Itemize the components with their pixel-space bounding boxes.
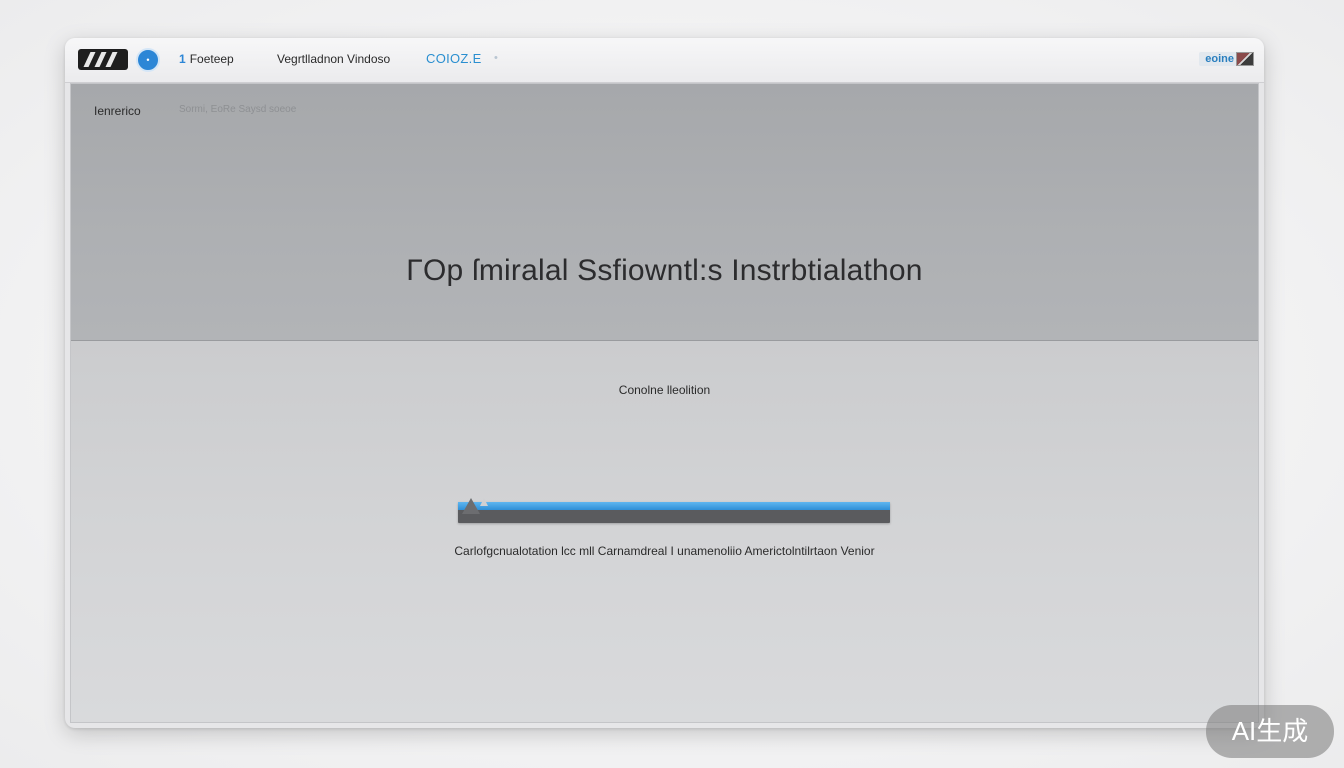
progress-marker-icon (462, 498, 488, 514)
nav-step-2[interactable]: Vegrtlladnon Vindoso (277, 52, 390, 66)
screen: • 1 Foeteep Vegrtlladnon Vindoso COIOZ.E … (0, 0, 1344, 768)
flag-icon (1236, 52, 1254, 66)
install-panel: Conolne lleolition Carlofgcnualotation l… (71, 341, 1258, 722)
step-status-icon[interactable]: • (136, 48, 160, 72)
nav-step-active[interactable]: COIOZ.E (426, 51, 482, 66)
content-area: Ienrerico Sormi, EoRe Saysd soeoe ΓOp ſm… (70, 83, 1259, 723)
progress-fill (458, 502, 890, 510)
nav-step-1[interactable]: 1 Foeteep (179, 52, 234, 66)
app-logo (78, 49, 128, 70)
hero-banner: Ienrerico Sormi, EoRe Saysd soeoe ΓOp ſm… (71, 84, 1258, 341)
title-bar: • 1 Foeteep Vegrtlladnon Vindoso COIOZ.E … (65, 38, 1264, 83)
page-title: ΓOp ſmiralal Ssfiowntl:s Instrbtialathon (406, 254, 923, 287)
ai-generated-badge: AI生成 (1206, 705, 1334, 758)
breadcrumb-subtitle: Sormi, EoRe Saysd soeoe (179, 104, 297, 115)
nav-step-number: 1 (179, 52, 186, 66)
language-selector[interactable]: eoine (1199, 50, 1254, 68)
install-status-label: Conolne lleolition (618, 383, 711, 397)
language-label: eoine (1199, 52, 1240, 66)
progress-marker-highlight (480, 498, 488, 506)
install-caption: Carlofgcnualotation lcc mll Carnamdreal … (454, 544, 875, 558)
installer-window: • 1 Foeteep Vegrtlladnon Vindoso COIOZ.E … (65, 38, 1264, 728)
nav-step-faint[interactable]: • (494, 52, 498, 64)
breadcrumb: Ienrerico (94, 104, 141, 118)
install-progress-bar (458, 498, 890, 523)
nav-step-label: Foeteep (189, 52, 234, 66)
